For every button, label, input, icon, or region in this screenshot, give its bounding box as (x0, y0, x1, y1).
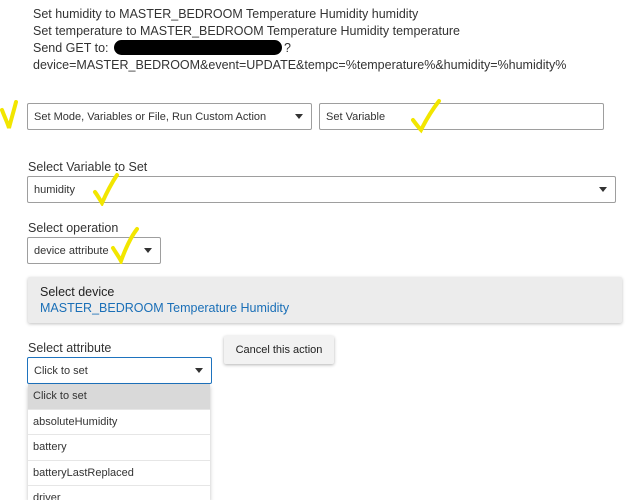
action-line-humidity: Set humidity to MASTER_BEDROOM Temperatu… (33, 7, 419, 21)
action-line-temperature: Set temperature to MASTER_BEDROOM Temper… (33, 24, 461, 38)
dropdown-option[interactable]: battery (28, 435, 210, 461)
action-type-value: Set Mode, Variables or File, Run Custom … (34, 110, 267, 123)
redacted-url-mark (114, 40, 282, 55)
action-line-query: device=MASTER_BEDROOM&event=UPDATE&tempc… (33, 58, 567, 72)
dropdown-option[interactable]: batteryLastReplaced (28, 461, 210, 486)
action-line-send-get: Send GET to: ? (33, 40, 623, 57)
attribute-value: Click to set (34, 364, 88, 377)
attribute-select[interactable]: Click to set (27, 357, 212, 384)
variable-label: Select Variable to Set (28, 160, 148, 174)
send-get-suffix: ? (284, 41, 291, 55)
selected-device-link[interactable]: MASTER_BEDROOM Temperature Humidity (40, 301, 289, 315)
send-get-prefix: Send GET to: (33, 41, 109, 55)
attribute-label: Select attribute (28, 341, 112, 355)
operation-label: Select operation (28, 221, 119, 235)
caret-down-icon (195, 368, 203, 373)
checkmark-annotation-icon (93, 173, 119, 206)
checkmark-annotation-icon (111, 227, 139, 264)
operation-select[interactable]: device attribute (27, 237, 161, 264)
select-device-card[interactable]: Select device MASTER_BEDROOM Temperature… (28, 277, 622, 323)
action-summary: Set humidity to MASTER_BEDROOM Temperatu… (33, 6, 623, 74)
checkmark-annotation-icon (0, 100, 18, 129)
action-subtype-select[interactable]: Set Variable (319, 103, 604, 130)
action-type-select[interactable]: Set Mode, Variables or File, Run Custom … (27, 103, 312, 130)
checkmark-annotation-icon (411, 99, 441, 134)
attribute-dropdown-list: Click to set absoluteHumidity battery ba… (28, 384, 210, 500)
dropdown-option[interactable]: absoluteHumidity (28, 410, 210, 435)
select-device-title: Select device (40, 285, 115, 299)
caret-down-icon (599, 187, 607, 192)
dropdown-option[interactable]: driver (28, 486, 210, 500)
caret-down-icon (295, 114, 303, 119)
caret-down-icon (144, 248, 152, 253)
cancel-action-button[interactable]: Cancel this action (224, 336, 334, 364)
dropdown-option[interactable]: Click to set (28, 384, 210, 410)
action-subtype-value: Set Variable (326, 110, 386, 123)
